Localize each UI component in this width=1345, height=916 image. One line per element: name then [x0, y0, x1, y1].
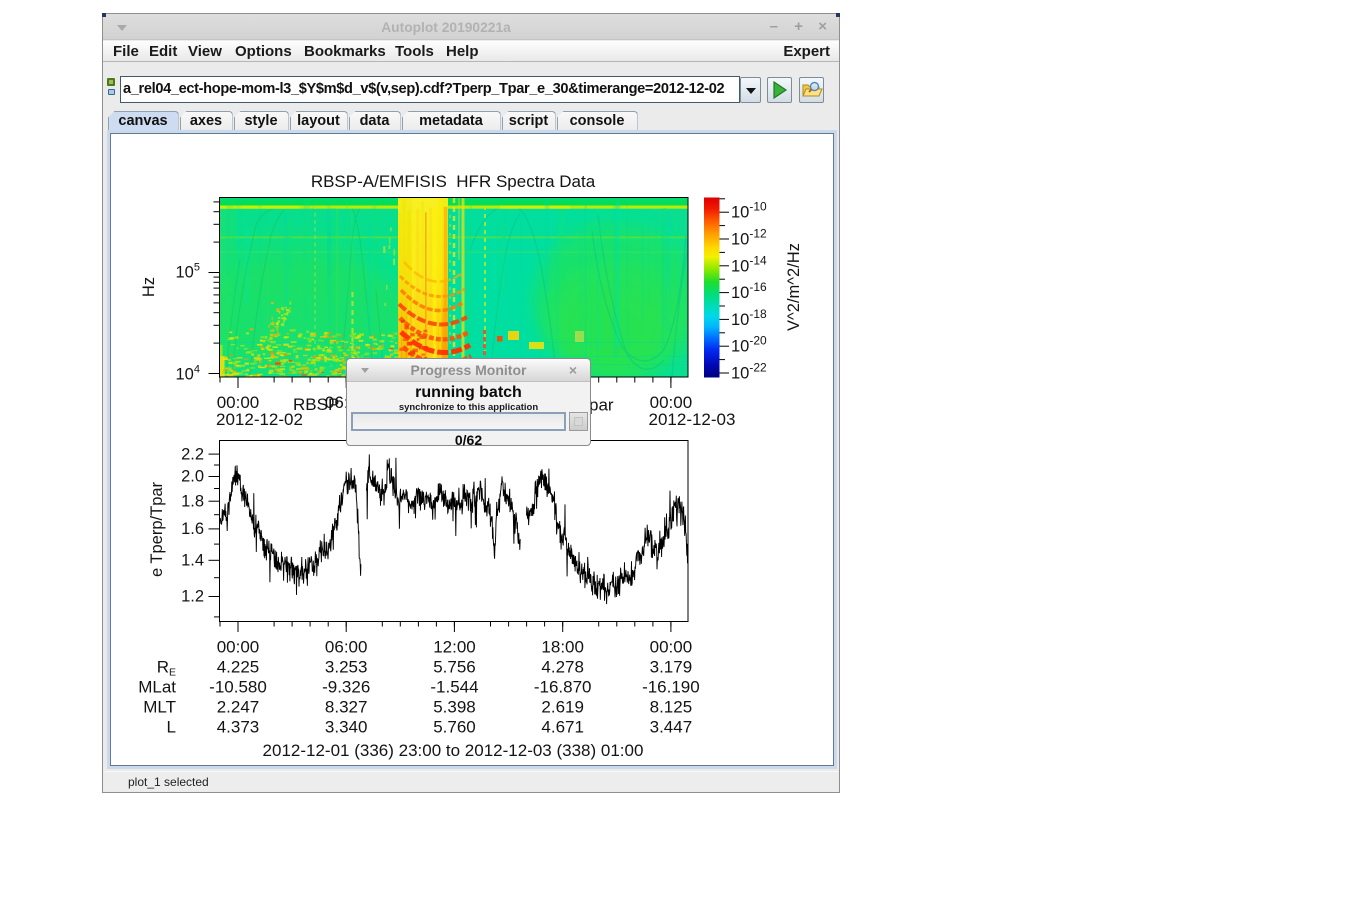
- svg-text:8.125: 8.125: [650, 698, 693, 717]
- svg-text:18:00: 18:00: [541, 638, 584, 657]
- svg-text:00:00: 00:00: [217, 638, 260, 657]
- svg-text:-10.580: -10.580: [209, 678, 267, 697]
- svg-text:10-10: 10-10: [731, 200, 767, 222]
- svg-text:4.225: 4.225: [217, 658, 260, 677]
- svg-text:12:00: 12:00: [433, 638, 476, 657]
- svg-text:104: 104: [176, 364, 200, 384]
- svg-text:4.373: 4.373: [217, 718, 260, 737]
- svg-text:-16.870: -16.870: [534, 678, 592, 697]
- svg-text:10-12: 10-12: [731, 227, 767, 249]
- svg-text:e Tperp/Tpar: e Tperp/Tpar: [148, 481, 166, 577]
- svg-text:10-16: 10-16: [731, 280, 767, 302]
- svg-text:-16.190: -16.190: [642, 678, 700, 697]
- svg-text:3.340: 3.340: [325, 718, 368, 737]
- svg-text:4.278: 4.278: [541, 658, 584, 677]
- svg-text:V^2/m^2/Hz: V^2/m^2/Hz: [785, 243, 803, 331]
- svg-text:5.760: 5.760: [433, 718, 476, 737]
- svg-text:3.179: 3.179: [650, 658, 693, 677]
- svg-text:10-20: 10-20: [731, 334, 767, 356]
- svg-text:RE: RE: [157, 658, 176, 679]
- svg-text:-1.544: -1.544: [430, 678, 478, 697]
- svg-text:-9.326: -9.326: [322, 678, 370, 697]
- svg-text:2012-12-01 (336) 23:00 to 2012: 2012-12-01 (336) 23:00 to 2012-12-03 (33…: [263, 741, 644, 760]
- svg-text:8.327: 8.327: [325, 698, 368, 717]
- svg-text:4.671: 4.671: [541, 718, 584, 737]
- svg-text:1.8: 1.8: [181, 492, 204, 510]
- svg-text:Hz: Hz: [140, 277, 158, 297]
- svg-text:MLat: MLat: [138, 678, 176, 697]
- svg-text:RBSP-A/EMFISIS HFR Spectra Da: RBSP-A/EMFISIS HFR Spectra Data: [311, 172, 596, 191]
- svg-text:MLT: MLT: [143, 698, 176, 717]
- svg-text:2012-12-03: 2012-12-03: [649, 410, 736, 429]
- svg-text:2.619: 2.619: [541, 698, 584, 717]
- svg-text:06:00: 06:00: [325, 638, 368, 657]
- svg-text:L: L: [167, 718, 176, 737]
- svg-text:10-22: 10-22: [731, 361, 767, 383]
- svg-text:10-18: 10-18: [731, 307, 767, 329]
- svg-text:5.398: 5.398: [433, 698, 476, 717]
- svg-text:3.253: 3.253: [325, 658, 368, 677]
- svg-text:2012-12-02: 2012-12-02: [216, 410, 303, 429]
- svg-text:5.756: 5.756: [433, 658, 476, 677]
- svg-text:2.2: 2.2: [181, 445, 204, 463]
- svg-text:1.6: 1.6: [181, 520, 204, 538]
- svg-text:105: 105: [176, 262, 200, 282]
- svg-text:1.4: 1.4: [181, 552, 204, 570]
- svg-text:2.247: 2.247: [217, 698, 260, 717]
- svg-text:3.447: 3.447: [650, 718, 693, 737]
- svg-text:2.0: 2.0: [181, 468, 204, 486]
- svg-text:1.2: 1.2: [181, 588, 204, 606]
- svg-text:10-14: 10-14: [731, 253, 767, 275]
- svg-text:RBSP: RBSP: [293, 395, 339, 414]
- svg-text:00:00: 00:00: [650, 638, 693, 657]
- svg-text:par: par: [589, 396, 614, 415]
